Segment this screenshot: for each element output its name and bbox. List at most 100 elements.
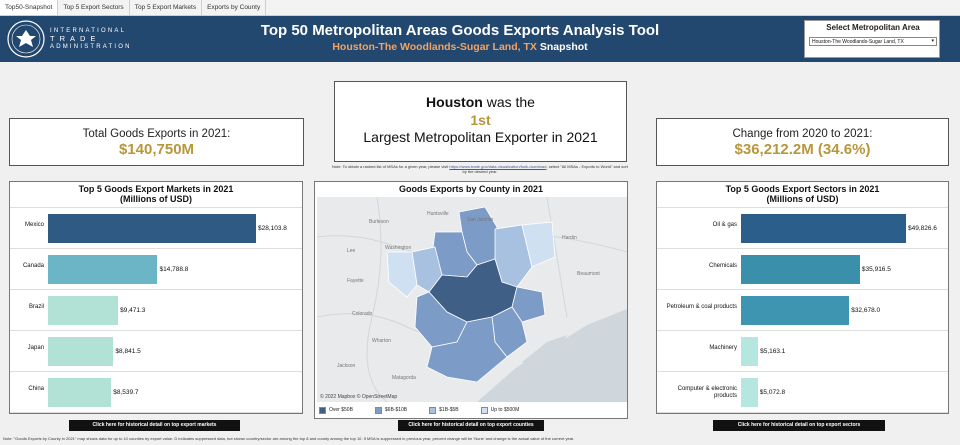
legend-label: Over $50B [329, 407, 353, 413]
markets-chart-subtitle: (Millions of USD) [120, 194, 192, 204]
legend-label: $6B-$10B [384, 407, 408, 413]
total-exports-value: $140,750M [118, 141, 195, 158]
logo-line3: ADMINISTRATION [50, 44, 132, 50]
sector-value-label: $32,678.0 [851, 306, 881, 314]
header-banner: INTERNATIONAL TRADE ADMINISTRATION Top 5… [0, 16, 960, 62]
rank-card: Houston was the 1st Largest Metropolitan… [334, 81, 627, 162]
sector-value-label: $5,163.1 [760, 347, 786, 355]
rank-description: Largest Metropolitan Exporter in 2021 [363, 129, 598, 145]
markets-chart-title: Top 5 Goods Export Markets in 2021 [78, 184, 234, 194]
ranking-note: Note: To obtain a ranked list of MSAs fo… [330, 164, 630, 174]
svg-text:Burleson: Burleson [369, 219, 389, 225]
note-prefix: Note: To obtain a ranked list of MSAs fo… [332, 164, 449, 169]
market-row: Mexico $28,103.8 [10, 208, 302, 249]
sectors-chart-subtitle: (Millions of USD) [766, 194, 839, 204]
market-bar[interactable] [48, 213, 256, 244]
market-value-label: $28,103.8 [258, 224, 287, 232]
sector-value-label: $5,072.8 [759, 388, 786, 396]
rank-value: 1st [470, 112, 491, 128]
ita-logo: INTERNATIONAL TRADE ADMINISTRATION [6, 19, 130, 59]
logo-line2: TRADE [50, 34, 101, 43]
market-category-label: Brazil [28, 303, 44, 310]
svg-text:San Jacinto: San Jacinto [467, 217, 493, 223]
tab-top5-export-markets[interactable]: Top 5 Export Markets [130, 0, 203, 15]
market-value-label: $8,841.5 [115, 347, 141, 355]
metro-selector-panel: Select Metropolitan Area Houston-The Woo… [804, 20, 940, 58]
market-bar[interactable] [48, 377, 112, 408]
market-category-label: Canada [22, 262, 44, 269]
legend-swatch [429, 406, 437, 414]
sector-category-label: Computer & electronic products [677, 385, 737, 399]
market-bar[interactable] [48, 336, 114, 367]
change-label: Change from 2020 to 2021: [732, 128, 873, 140]
market-category-label: Japan [27, 344, 44, 351]
svg-text:Matagorda: Matagorda [392, 375, 416, 381]
svg-text:Jackson: Jackson [337, 363, 356, 369]
legend-swatch [319, 406, 326, 414]
legend-swatch [374, 406, 382, 414]
sectors-chart-title: Top 5 Goods Export Sectors in 2021 [725, 184, 880, 194]
sector-value-label: $35,916.5 [861, 265, 891, 273]
total-exports-label: Total Goods Exports in 2021: [82, 128, 231, 140]
sector-value-label: $49,826.6 [908, 224, 937, 232]
sectors-chart-panel: Top 5 Goods Export Sectors in 2021 (Mill… [656, 181, 949, 414]
sector-bar[interactable] [741, 377, 758, 408]
total-exports-card: Total Goods Exports in 2021: $140,750M [9, 118, 304, 166]
legend-item: $6B-$10B [374, 406, 408, 414]
market-value-label: $9,471.3 [120, 306, 146, 314]
svg-text:Hardin: Hardin [562, 235, 577, 241]
sector-category-label: Oil & gas [712, 221, 737, 228]
map-credit: © 2022 Mapbox © OpenStreetMap [320, 394, 398, 400]
footnote: Note: "Goods Exports by County in 2021" … [3, 436, 575, 441]
svg-text:Wharton: Wharton [372, 338, 391, 344]
counties-detail-button[interactable]: Click here for historical detail on top … [398, 420, 544, 431]
market-bar[interactable] [48, 295, 119, 326]
tab-top50-snapshot[interactable]: Top50-Snapshot [0, 0, 59, 15]
metro-select-dropdown[interactable]: Houston-The Woodlands-Sugar Land, TX ▾ [809, 37, 937, 46]
county-map-panel: Goods Exports by County in 2021 Burleson… [314, 181, 628, 419]
chevron-down-icon: ▾ [931, 38, 934, 44]
svg-text:Fayette: Fayette [347, 278, 364, 284]
rank-city: Houston [426, 94, 483, 110]
county-map[interactable]: Burleson Huntsville San Jacinto Lee Wash… [317, 197, 627, 402]
sector-row: Chemicals $35,916.5 [657, 249, 948, 290]
svg-text:Colorado: Colorado [352, 311, 373, 317]
sector-bar[interactable] [741, 254, 860, 285]
markets-bar-chart: Mexico $28,103.8 Canada $14,788.8 Brazil $9,4… [10, 207, 302, 413]
subtitle-suffix: Snapshot [539, 41, 588, 53]
sector-row: Computer & electronic products $5,072.8 [657, 372, 948, 413]
sector-bar[interactable] [741, 213, 906, 244]
sectors-detail-button[interactable]: Click here for historical detail on top … [713, 420, 885, 431]
market-row: Canada $14,788.8 [10, 249, 302, 290]
change-card: Change from 2020 to 2021: $36,212.2M (34… [656, 118, 949, 166]
markets-detail-button[interactable]: Click here for historical detail on top … [69, 420, 240, 431]
tab-exports-by-county[interactable]: Exports by County [202, 0, 267, 15]
page-title: Top 50 Metropolitan Areas Goods Exports … [260, 22, 660, 39]
sector-bar[interactable] [741, 336, 759, 367]
markets-chart-panel: Top 5 Goods Export Markets in 2021 (Mill… [9, 181, 303, 414]
commerce-seal-icon [7, 20, 45, 58]
legend-label: Up to $500M [490, 407, 520, 413]
market-category-label: Mexico [24, 221, 44, 228]
svg-text:Beaumont: Beaumont [577, 271, 600, 277]
subtitle-metro: Houston-The Woodlands-Sugar Land, TX [332, 41, 537, 53]
market-category-label: China [28, 385, 44, 392]
legend-item: $1B-$5B [429, 406, 459, 414]
legend-swatch [480, 406, 488, 414]
svg-text:Huntsville: Huntsville [427, 211, 449, 217]
tab-top5-export-sectors[interactable]: Top 5 Export Sectors [58, 0, 130, 15]
change-value: $36,212.2M (34.6%) [734, 141, 871, 158]
sectors-bar-chart: Oil & gas $49,826.6 Chemicals $35,916.5 Petr… [657, 207, 948, 413]
sector-bar[interactable] [741, 295, 850, 326]
metro-select-value: Houston-The Woodlands-Sugar Land, TX [812, 39, 904, 45]
county-washington-austin [386, 251, 418, 298]
market-row: Japan $8,841.5 [10, 331, 302, 372]
legend-item: Over $50B [319, 406, 353, 414]
sector-category-label: Chemicals [708, 262, 737, 269]
legend-label: $1B-$5B [439, 407, 459, 413]
sector-row: Petroleum & coal products $32,678.0 [657, 290, 948, 331]
page-subtitle: Houston-The Woodlands-Sugar Land, TX Sna… [180, 41, 740, 53]
market-bar[interactable] [48, 254, 158, 285]
county-map-title: Goods Exports by County in 2021 [398, 184, 544, 194]
market-value-label: $8,539.7 [113, 388, 139, 396]
